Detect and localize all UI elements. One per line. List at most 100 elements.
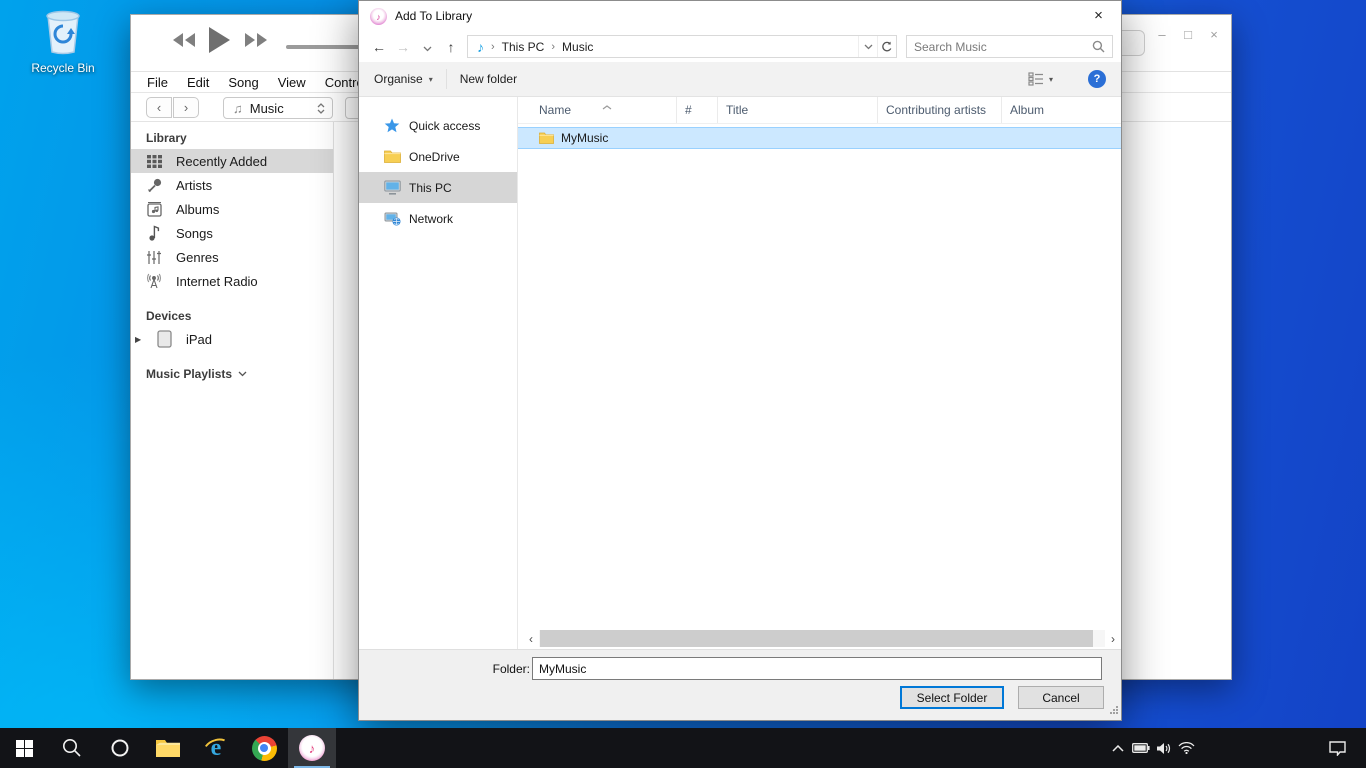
scrollbar-track[interactable] (539, 630, 1105, 647)
address-dropdown-chevron-icon[interactable] (858, 36, 877, 57)
wifi-icon[interactable] (1175, 728, 1198, 768)
cortana-button[interactable] (96, 728, 144, 768)
media-selector-value: Music (250, 101, 284, 116)
battery-icon[interactable] (1129, 728, 1152, 768)
library-header: Library (146, 131, 333, 145)
sidebar-item-recently-added[interactable]: Recently Added (131, 149, 333, 173)
dialog-main: Quick access OneDrive This PC Network (359, 97, 1121, 649)
back-arrow-icon[interactable]: ← (367, 39, 391, 55)
column-number[interactable]: # (677, 97, 718, 123)
music-note-icon (144, 224, 164, 242)
recycle-bin[interactable]: Recycle Bin (22, 6, 104, 75)
sidebar-item-internet-radio[interactable]: Internet Radio (131, 269, 333, 293)
itunes-sidebar: Library Recently Added Artists Albums So… (131, 122, 334, 679)
itunes-taskbar-button[interactable]: ♪ (288, 728, 336, 768)
close-icon[interactable]: × (1201, 27, 1227, 42)
chevron-down-icon: ▾ (429, 75, 433, 84)
taskbar-search-button[interactable] (48, 728, 96, 768)
dialog-title-bar[interactable]: ♪ Add To Library × (359, 1, 1121, 31)
folder-icon (383, 149, 401, 165)
breadcrumb[interactable]: ♪ › This PC › Music (467, 35, 897, 58)
search-input[interactable] (907, 40, 1092, 54)
new-folder-button[interactable]: New folder (451, 67, 526, 91)
network-icon (383, 211, 401, 227)
cortana-circle-icon (109, 737, 131, 759)
file-explorer-button[interactable] (144, 728, 192, 768)
internet-explorer-button[interactable]: e (192, 728, 240, 768)
itunes-app-icon: ♪ (370, 8, 387, 25)
chevron-right-icon[interactable]: ▶ (135, 335, 141, 344)
search-icon[interactable] (1092, 40, 1105, 53)
volume-icon[interactable] (1152, 728, 1175, 768)
minimize-icon[interactable]: – (1149, 27, 1175, 42)
chrome-button[interactable] (240, 728, 288, 768)
sidebar-item-genres[interactable]: Genres (131, 245, 333, 269)
sidebar-item-label: Internet Radio (176, 274, 258, 289)
rewind-button[interactable] (171, 33, 197, 47)
menu-file[interactable]: File (142, 75, 173, 90)
ipad-icon (154, 330, 174, 348)
column-name[interactable]: Name (518, 97, 677, 123)
forward-arrow-icon[interactable]: → (391, 39, 415, 55)
up-arrow-icon[interactable]: ↑ (439, 39, 463, 55)
refresh-icon[interactable] (877, 36, 896, 57)
scroll-right-icon[interactable]: › (1105, 632, 1121, 646)
column-title[interactable]: Title (718, 97, 878, 123)
recent-locations-chevron-icon[interactable] (415, 39, 439, 55)
search-box[interactable] (906, 35, 1113, 58)
fast-forward-button[interactable] (243, 33, 269, 47)
recycle-bin-label: Recycle Bin (22, 61, 104, 75)
scroll-left-icon[interactable]: ‹ (523, 632, 539, 646)
forward-button[interactable]: › (173, 97, 199, 118)
media-selector-dropdown[interactable]: ♫ Music (223, 97, 333, 119)
organise-button[interactable]: Organise ▾ (365, 67, 442, 91)
action-center-button[interactable] (1322, 728, 1352, 768)
file-row-mymusic[interactable]: MyMusic (518, 127, 1121, 149)
music-note-icon: ♪ (477, 39, 484, 55)
star-icon (383, 118, 401, 134)
nav-item-this-pc[interactable]: This PC (359, 172, 517, 203)
nav-item-onedrive[interactable]: OneDrive (359, 141, 517, 172)
close-icon[interactable]: × (1076, 1, 1121, 30)
breadcrumb-music[interactable]: Music (562, 40, 593, 54)
system-tray (1106, 728, 1198, 768)
breadcrumb-separator-icon: › (551, 41, 555, 53)
back-button[interactable]: ‹ (146, 97, 172, 118)
tray-chevron-up-icon[interactable] (1106, 728, 1129, 768)
start-button[interactable] (0, 728, 48, 768)
folder-label: Folder: (490, 662, 530, 676)
nav-item-label: Network (409, 212, 453, 226)
divider (446, 69, 447, 89)
taskbar: e ♪ (0, 728, 1366, 768)
cancel-button[interactable]: Cancel (1018, 686, 1104, 709)
sidebar-item-label: Genres (176, 250, 219, 265)
breadcrumb-this-pc[interactable]: This PC (502, 40, 545, 54)
music-playlists-header[interactable]: Music Playlists (146, 367, 333, 381)
dialog-footer: Folder: Select Folder Cancel (359, 649, 1121, 720)
folder-name-input[interactable] (532, 657, 1102, 680)
help-icon[interactable]: ? (1088, 70, 1106, 88)
play-button[interactable] (207, 27, 231, 53)
menu-song[interactable]: Song (223, 75, 263, 90)
menu-edit[interactable]: Edit (182, 75, 214, 90)
sidebar-item-ipad[interactable]: ▶ iPad (131, 327, 333, 351)
view-mode-button[interactable]: ▾ (1019, 67, 1062, 91)
nav-item-network[interactable]: Network (359, 203, 517, 234)
sidebar-item-artists[interactable]: Artists (131, 173, 333, 197)
scrollbar-thumb[interactable] (540, 630, 1093, 647)
sidebar-item-songs[interactable]: Songs (131, 221, 333, 245)
breadcrumb-separator-icon: › (491, 41, 495, 53)
resize-grip[interactable] (1109, 703, 1119, 718)
devices-header: Devices (146, 309, 333, 323)
command-bar: Organise ▾ New folder ▾ ? (359, 62, 1121, 97)
nav-item-quick-access[interactable]: Quick access (359, 110, 517, 141)
column-contributing-artists[interactable]: Contributing artists (878, 97, 1002, 123)
select-folder-button[interactable]: Select Folder (900, 686, 1004, 709)
desktop: { "colors": { "accent": "#0078d7", "sele… (0, 0, 1366, 768)
horizontal-scrollbar[interactable]: ‹ › (523, 630, 1121, 647)
grid-icon (144, 152, 164, 170)
maximize-icon[interactable]: □ (1175, 27, 1201, 42)
menu-view[interactable]: View (273, 75, 311, 90)
column-album[interactable]: Album (1002, 97, 1121, 123)
sidebar-item-albums[interactable]: Albums (131, 197, 333, 221)
